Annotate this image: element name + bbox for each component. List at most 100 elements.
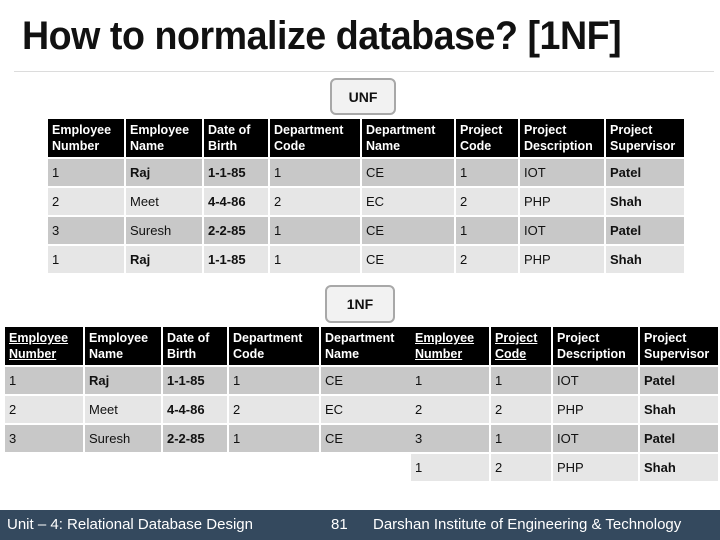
table-cell: 1-1-85 — [163, 367, 227, 394]
table-row: 1 2 PHP Shah — [411, 454, 718, 481]
table-cell: 2 — [229, 396, 319, 423]
column-header: Project Description — [553, 327, 638, 365]
title-divider — [14, 71, 714, 72]
table-cell: EC — [362, 188, 454, 215]
table-cell: 1 — [456, 217, 518, 244]
table-cell: 3 — [411, 425, 489, 452]
table-cell: CE — [321, 367, 413, 394]
column-header: Project Description — [520, 119, 604, 157]
column-header-text: Project — [495, 331, 538, 345]
table-cell: 1 — [5, 367, 83, 394]
table-cell: 1 — [411, 367, 489, 394]
table-cell: 2 — [456, 246, 518, 273]
table-row: 1 Raj 1-1-85 1 CE — [5, 367, 413, 394]
column-header-text: Department — [233, 331, 303, 345]
table-cell: 4-4-86 — [204, 188, 268, 215]
table-cell: Meet — [126, 188, 202, 215]
column-header: Date of Birth — [163, 327, 227, 365]
table-cell: 2-2-85 — [163, 425, 227, 452]
column-header-text: Name — [89, 347, 124, 361]
table-cell: CE — [362, 217, 454, 244]
1nf-employee-table: Employee Number Employee Name Date of Birth De… — [3, 325, 415, 454]
table-cell: 1 — [229, 425, 319, 452]
column-header-text: Number — [415, 347, 463, 361]
column-header-text: Project — [644, 331, 687, 345]
column-header-text: Employee — [89, 331, 149, 345]
header-row: Employee Number Employee Name Date of Birth De… — [48, 119, 684, 157]
column-header-text: Name — [130, 139, 165, 153]
table-row: 2 Meet 4-4-86 2 EC — [5, 396, 413, 423]
table-cell: Patel — [606, 217, 684, 244]
table-cell: 2 — [411, 396, 489, 423]
table-cell: Suresh — [85, 425, 161, 452]
column-header: Employee Name — [126, 119, 202, 157]
table-cell: 1 — [48, 159, 124, 186]
table-cell: PHP — [520, 188, 604, 215]
table-cell: 4-4-86 — [163, 396, 227, 423]
column-header-text: Code — [233, 347, 265, 361]
table-cell: Raj — [85, 367, 161, 394]
table-cell: Raj — [126, 246, 202, 273]
table-cell: 1 — [491, 425, 551, 452]
table-cell: 2 — [270, 188, 360, 215]
table-cell: 1 — [411, 454, 489, 481]
column-header-text: Supervisor — [644, 347, 710, 361]
table-cell: PHP — [520, 246, 604, 273]
column-header-text: Number — [9, 347, 57, 361]
table-cell: Patel — [640, 367, 718, 394]
column-header: Department Code — [229, 327, 319, 365]
table-cell: 3 — [48, 217, 124, 244]
column-header-text: Project — [524, 123, 567, 137]
column-header: Project Supervisor — [640, 327, 718, 365]
table-cell: 1-1-85 — [204, 159, 268, 186]
1nf-project-table: Employee Number Project Code Project Descript… — [409, 325, 720, 483]
column-header-text: Employee — [9, 331, 69, 345]
column-header-text: Description — [524, 139, 593, 153]
table-cell: 1 — [456, 159, 518, 186]
column-header-text: Name — [325, 347, 360, 361]
table-cell: Raj — [126, 159, 202, 186]
unf-table: Employee Number Employee Name Date of Birth De… — [46, 117, 686, 275]
table-row: 3 1 IOT Patel — [411, 425, 718, 452]
table-row: 2 Meet 4-4-86 2 EC 2 PHP Shah — [48, 188, 684, 215]
column-header-text: Code — [495, 347, 527, 361]
column-header: Date of Birth — [204, 119, 268, 157]
table-cell: EC — [321, 396, 413, 423]
table-cell: 1 — [270, 159, 360, 186]
table-cell: Suresh — [126, 217, 202, 244]
column-header-text: Department — [366, 123, 436, 137]
column-header-text: Department — [325, 331, 395, 345]
column-header-text: Department — [274, 123, 344, 137]
column-header: Department Code — [270, 119, 360, 157]
table-cell: 1 — [48, 246, 124, 273]
footer-institute: Darshan Institute of Engineering & Techn… — [373, 516, 682, 533]
unf-label-box: UNF — [330, 78, 396, 115]
table-cell: CE — [321, 425, 413, 452]
table-row: 3 Suresh 2-2-85 1 CE — [5, 425, 413, 452]
column-header-text: Date of — [208, 123, 251, 137]
footer-unit-title: Unit – 4: Relational Database Design — [7, 516, 253, 533]
table-cell: CE — [362, 159, 454, 186]
column-header-text: Description — [557, 347, 626, 361]
table-cell: 1 — [229, 367, 319, 394]
table-row: 3 Suresh 2-2-85 1 CE 1 IOT Patel — [48, 217, 684, 244]
column-header-text: Project — [460, 123, 503, 137]
table-cell: Patel — [640, 425, 718, 452]
table-cell: 1 — [491, 367, 551, 394]
column-header-text: Number — [52, 139, 100, 153]
column-header-text: Date of — [167, 331, 210, 345]
footer-bar: Unit – 4: Relational Database Design 81 … — [0, 510, 720, 540]
column-header: Project Code — [491, 327, 551, 365]
column-header: Project Supervisor — [606, 119, 684, 157]
table-cell: PHP — [553, 396, 638, 423]
slide-title: How to normalize database? [1NF] — [22, 14, 622, 58]
table-cell: 2 — [491, 396, 551, 423]
column-header: Department Name — [362, 119, 454, 157]
table-cell: 2-2-85 — [204, 217, 268, 244]
table-cell: 2 — [5, 396, 83, 423]
column-header: Employee Number — [48, 119, 124, 157]
table-cell: IOT — [520, 217, 604, 244]
column-header-text: Employee — [415, 331, 475, 345]
header-row: Employee Number Project Code Project Descript… — [411, 327, 718, 365]
column-header: Employee Number — [5, 327, 83, 365]
